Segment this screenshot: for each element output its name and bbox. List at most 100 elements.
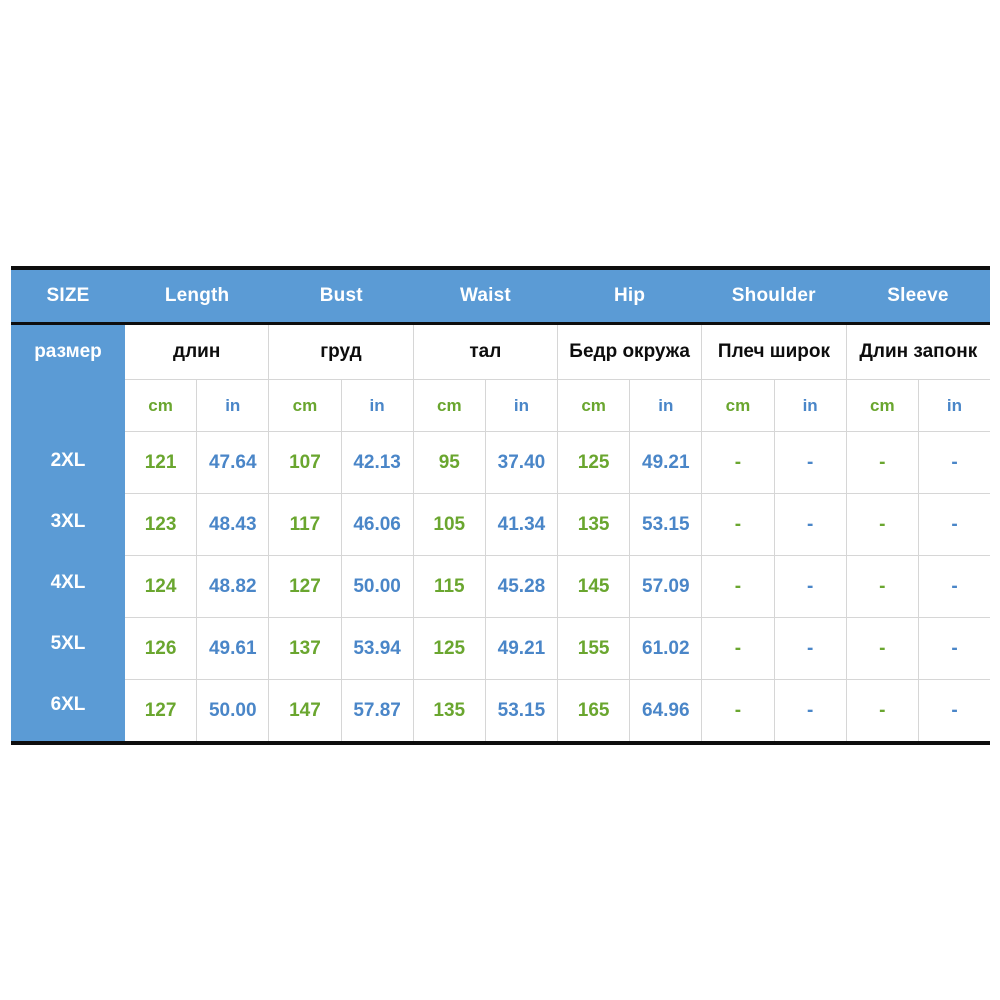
unit-length-cm: cm (125, 380, 198, 431)
ru-header-length: длин (125, 325, 270, 379)
cell-6xl-length-in: 50.00 (197, 680, 270, 741)
table-row: 121 47.64 107 42.13 95 37.40 125 49.21 -… (125, 431, 990, 493)
cell-3xl-shoulder-in: - (775, 494, 847, 555)
size-column-header-ru: размер (34, 341, 102, 362)
cell-3xl-waist-in: 41.34 (486, 494, 559, 555)
russian-header-row: длин груд тал Бедр окружа Плеч широк Дли… (125, 325, 990, 379)
cell-6xl-hip-cm: 165 (558, 680, 631, 741)
banner-header-hip: Hip (613, 285, 646, 306)
unit-sleeve-cm: cm (847, 380, 919, 431)
cell-4xl-waist-cm: 115 (414, 556, 486, 617)
cell-2xl-hip-cm: 125 (558, 432, 631, 493)
banner-header-sleeve: Sleeve (887, 285, 949, 306)
table-row: 126 49.61 137 53.94 125 49.21 155 61.02 … (125, 617, 990, 679)
cell-2xl-bust-cm: 107 (269, 432, 342, 493)
banner-header-shoulder: Shoulder (731, 285, 816, 306)
size-column: размер 2XL 3XL 4XL 5XL 6XL (11, 325, 125, 741)
cell-4xl-length-cm: 124 (125, 556, 198, 617)
cell-5xl-length-in: 49.61 (197, 618, 270, 679)
cell-6xl-sleeve-in: - (951, 699, 958, 721)
cell-5xl-shoulder-cm: - (702, 618, 775, 679)
cell-6xl-length-cm: 127 (125, 680, 198, 741)
cell-5xl-waist-in: 49.21 (486, 618, 559, 679)
cell-6xl-bust-cm: 147 (269, 680, 342, 741)
ru-header-hip: Бедр окружа (558, 325, 703, 379)
measurement-area: длин груд тал Бедр окружа Плеч широк Дли… (125, 325, 990, 741)
size-label-5xl: 5XL (50, 632, 86, 654)
cell-4xl-length-in: 48.82 (197, 556, 270, 617)
table-body: размер 2XL 3XL 4XL 5XL 6XL длин груд тал… (11, 325, 990, 741)
unit-hip-cm: cm (558, 380, 631, 431)
table-row: 127 50.00 147 57.87 135 53.15 165 64.96 … (125, 679, 990, 741)
cell-2xl-sleeve-cm: - (847, 432, 919, 493)
unit-shoulder-cm: cm (702, 380, 775, 431)
table-banner-header-row: SIZE Length Bust Waist Hip Shoulder Slee… (11, 270, 990, 325)
cell-5xl-hip-cm: 155 (558, 618, 631, 679)
cell-3xl-waist-cm: 105 (414, 494, 486, 555)
cell-4xl-waist-in: 45.28 (486, 556, 559, 617)
cell-2xl-hip-in: 49.21 (630, 432, 703, 493)
cell-5xl-bust-in: 53.94 (342, 618, 414, 679)
cell-3xl-length-in: 48.43 (197, 494, 270, 555)
cell-2xl-bust-in: 42.13 (342, 432, 414, 493)
banner-header-waist: Waist (459, 285, 511, 306)
size-label-6xl: 6XL (50, 693, 86, 715)
cell-2xl-length-in: 47.64 (197, 432, 270, 493)
banner-header-bust: Bust (319, 285, 363, 306)
unit-bust-cm: cm (269, 380, 342, 431)
cell-6xl-shoulder-in: - (775, 680, 847, 741)
size-label-3xl: 3XL (50, 510, 86, 532)
cell-5xl-waist-cm: 125 (414, 618, 486, 679)
ru-header-shoulder: Плеч широк (702, 325, 847, 379)
cell-4xl-sleeve-cm: - (847, 556, 919, 617)
cell-6xl-hip-in: 64.96 (630, 680, 703, 741)
unit-length-in: in (197, 380, 270, 431)
cell-4xl-hip-cm: 145 (558, 556, 631, 617)
size-column-unit-spacer (11, 379, 125, 430)
cell-4xl-bust-in: 50.00 (342, 556, 414, 617)
cell-4xl-sleeve-in: - (951, 575, 958, 597)
unit-hip-in: in (630, 380, 703, 431)
cell-2xl-waist-in: 37.40 (486, 432, 559, 493)
cell-4xl-hip-in: 57.09 (630, 556, 703, 617)
cell-2xl-shoulder-cm: - (702, 432, 775, 493)
cell-3xl-bust-cm: 117 (269, 494, 342, 555)
cell-2xl-waist-cm: 95 (414, 432, 486, 493)
cell-3xl-sleeve-cm: - (847, 494, 919, 555)
cell-2xl-sleeve-in: - (951, 451, 958, 473)
cell-6xl-waist-cm: 135 (414, 680, 486, 741)
cell-4xl-shoulder-in: - (775, 556, 847, 617)
size-label-4xl: 4XL (50, 571, 86, 593)
ru-header-sleeve: Длин запонк (859, 341, 978, 362)
cell-5xl-length-cm: 126 (125, 618, 198, 679)
cell-6xl-shoulder-cm: - (702, 680, 775, 741)
unit-header-row: cm in cm in cm in cm in cm in cm in (125, 379, 990, 431)
cell-5xl-shoulder-in: - (775, 618, 847, 679)
cell-6xl-waist-in: 53.15 (486, 680, 559, 741)
cell-3xl-hip-cm: 135 (558, 494, 631, 555)
cell-3xl-sleeve-in: - (951, 513, 958, 535)
cell-2xl-length-cm: 121 (125, 432, 198, 493)
unit-bust-in: in (342, 380, 414, 431)
ru-header-waist: тал (414, 325, 558, 379)
cell-6xl-sleeve-cm: - (847, 680, 919, 741)
size-label-2xl: 2XL (50, 449, 86, 471)
cell-5xl-bust-cm: 137 (269, 618, 342, 679)
cell-4xl-bust-cm: 127 (269, 556, 342, 617)
table-row: 123 48.43 117 46.06 105 41.34 135 53.15 … (125, 493, 990, 555)
cell-5xl-sleeve-cm: - (847, 618, 919, 679)
table-row: 124 48.82 127 50.00 115 45.28 145 57.09 … (125, 555, 990, 617)
unit-waist-in: in (486, 380, 559, 431)
unit-sleeve-in: in (946, 395, 963, 415)
cell-5xl-sleeve-in: - (951, 637, 958, 659)
unit-shoulder-in: in (775, 380, 847, 431)
cell-3xl-bust-in: 46.06 (342, 494, 414, 555)
cell-4xl-shoulder-cm: - (702, 556, 775, 617)
banner-header-length: Length (164, 285, 230, 306)
cell-3xl-hip-in: 53.15 (630, 494, 703, 555)
unit-waist-cm: cm (414, 380, 486, 431)
size-chart-table: SIZE Length Bust Waist Hip Shoulder Slee… (11, 266, 990, 745)
ru-header-bust: груд (269, 325, 414, 379)
page-root: SIZE Length Bust Waist Hip Shoulder Slee… (0, 0, 1000, 1000)
cell-6xl-bust-in: 57.87 (342, 680, 414, 741)
